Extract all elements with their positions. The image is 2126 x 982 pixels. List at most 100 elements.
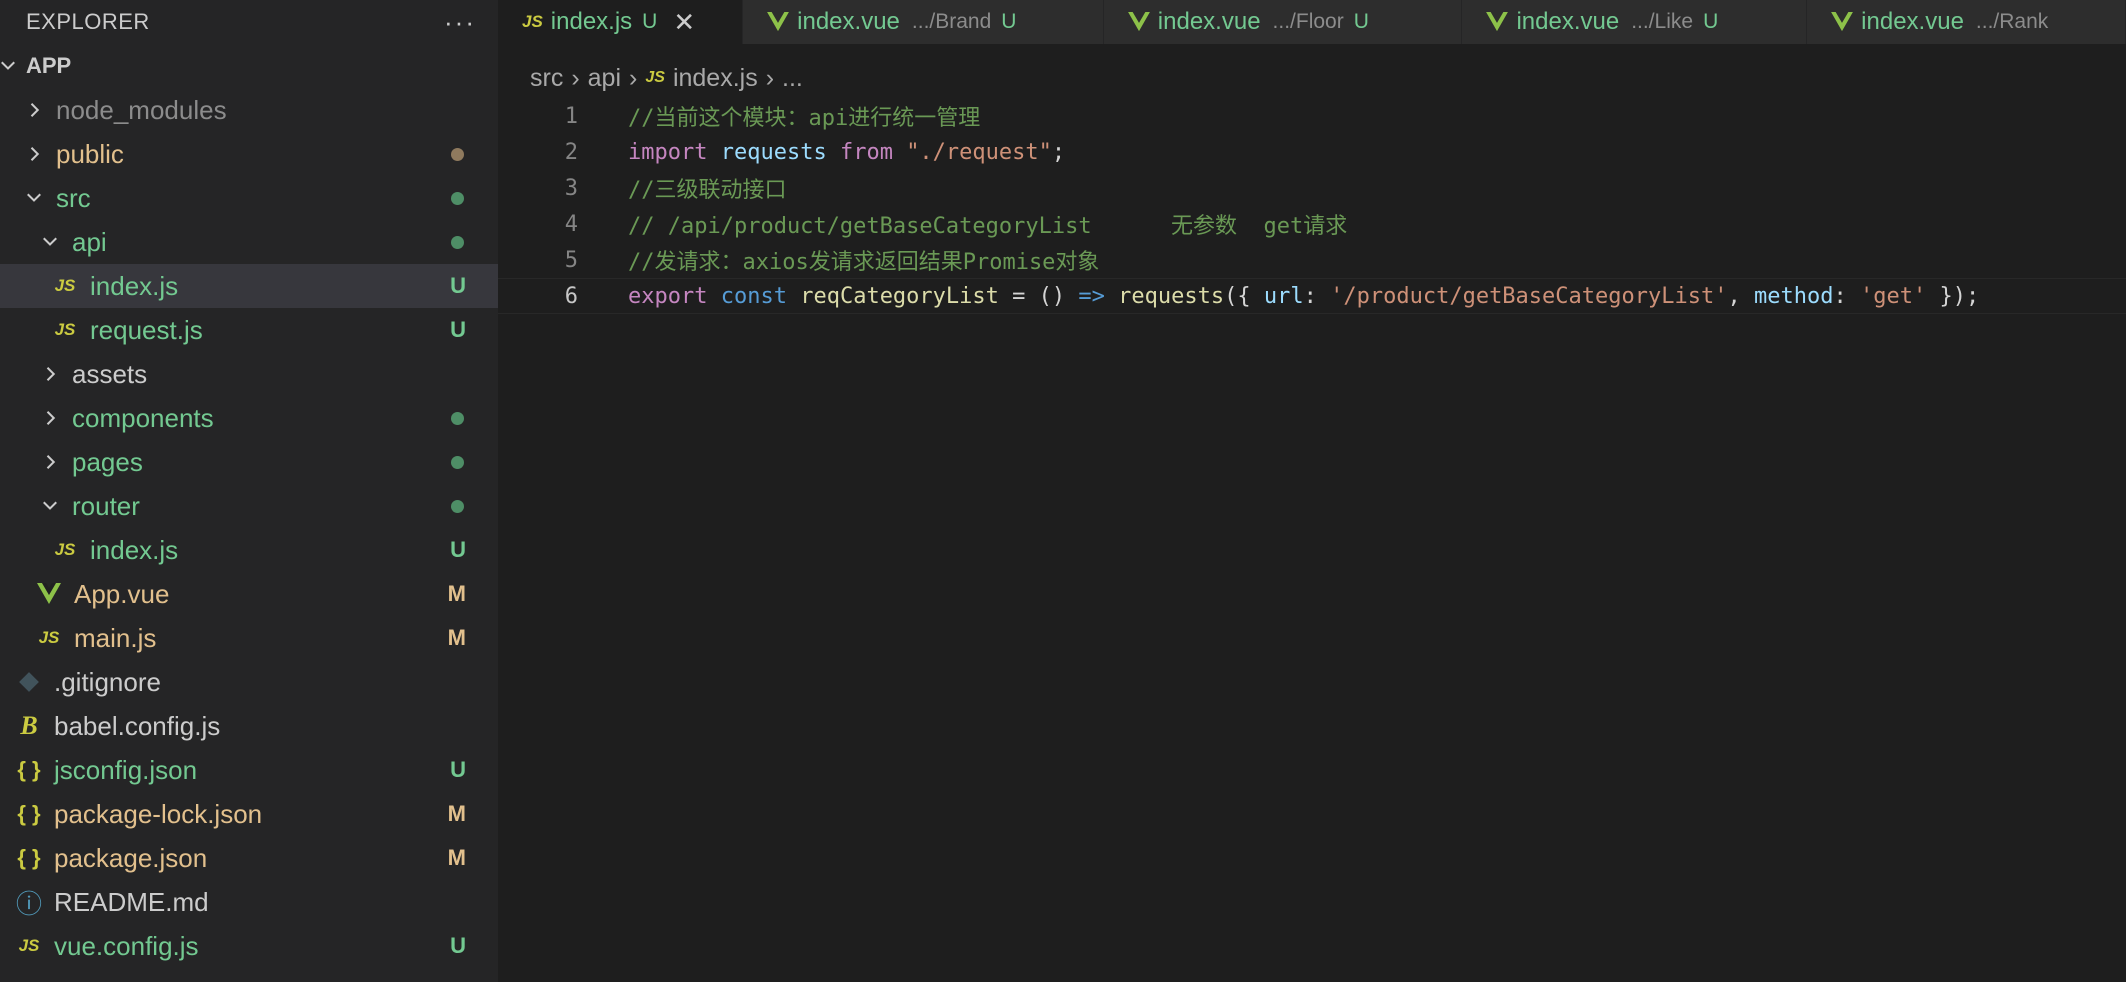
tree-item-api-index-js[interactable]: JS index.js U	[0, 264, 498, 308]
code-function-name: reqCategoryList	[800, 283, 999, 309]
tab-brand-index-vue[interactable]: index.vue .../Brand U	[743, 0, 1104, 44]
git-icon	[14, 672, 44, 692]
status-badge: M	[447, 625, 466, 650]
breadcrumb-api[interactable]: api	[588, 64, 621, 93]
tab-path: .../Brand	[911, 10, 992, 33]
tree-item-label: assets	[72, 358, 148, 389]
code-line[interactable]: 1 //当前这个模块：api进行统一管理	[498, 98, 2126, 134]
code-comment: //三级联动接口	[628, 178, 787, 203]
vue-file-icon	[1831, 12, 1854, 32]
breadcrumb-file[interactable]: index.js	[673, 64, 758, 93]
chevron-down-icon	[38, 230, 62, 254]
tree-item-label: package.json	[54, 842, 208, 873]
tree-item-src[interactable]: src	[0, 176, 498, 220]
tree-item-main-js[interactable]: JS main.js M	[0, 616, 498, 660]
tab-status: U	[1353, 10, 1369, 33]
tree-item-jsconfig[interactable]: { } jsconfig.json U	[0, 748, 498, 792]
vue-file-icon	[767, 12, 790, 32]
tree-item-router[interactable]: router	[0, 484, 498, 528]
tree-item-request-js[interactable]: JS request.js U	[0, 308, 498, 352]
tree-item-components[interactable]: components	[0, 396, 498, 440]
code-keyword: from	[839, 139, 893, 165]
code-punct: ({	[1224, 283, 1264, 309]
tree-item-label: README.md	[54, 886, 209, 917]
tree-item-vue-config[interactable]: JS vue.config.js U	[0, 924, 498, 968]
status-badge: U	[450, 273, 466, 298]
code-keyword: export	[628, 283, 708, 309]
tab-rank-index-vue[interactable]: index.vue .../Rank	[1807, 0, 2126, 44]
tree-item-label: index.js	[90, 270, 179, 301]
status-badge: M	[447, 581, 466, 606]
breadcrumb-src[interactable]: src	[530, 64, 563, 93]
close-icon[interactable]: ✕	[673, 7, 695, 38]
chevron-down-icon	[0, 54, 20, 78]
tab-status: U	[1001, 10, 1017, 33]
tree-item-app-vue[interactable]: App.vue M	[0, 572, 498, 616]
code-punct: ;	[1051, 139, 1066, 165]
more-actions-icon[interactable]: ···	[444, 7, 476, 38]
untracked-dot	[451, 499, 464, 513]
tree-item-router-index-js[interactable]: JS index.js U	[0, 528, 498, 572]
tree-item-label: vue.config.js	[54, 930, 199, 961]
tree-item-package-lock[interactable]: { } package-lock.json M	[0, 792, 498, 836]
status-badge: U	[450, 537, 466, 562]
explorer-sidebar: EXPLORER ··· APP node_modules public src…	[0, 0, 498, 982]
tree-item-babel-config[interactable]: B babel.config.js	[0, 704, 498, 748]
code-keyword: import	[628, 139, 708, 165]
explorer-header: EXPLORER ···	[0, 0, 498, 44]
modified-dot	[451, 147, 464, 161]
tree-item-label: package-lock.json	[54, 798, 263, 829]
tab-index-js[interactable]: JS index.js U ✕	[498, 0, 744, 44]
tree-item-assets[interactable]: assets	[0, 352, 498, 396]
js-file-icon: JS	[54, 276, 76, 295]
babel-icon: B	[20, 711, 38, 740]
js-file-icon: JS	[54, 540, 76, 559]
status-badge: M	[447, 801, 466, 826]
tree-item-label: src	[56, 182, 91, 213]
code-comment: //当前这个模块：api进行统一管理	[628, 106, 981, 131]
line-number: 2	[564, 139, 578, 165]
tab-status: U	[642, 10, 658, 33]
tree-item-package-json[interactable]: { } package.json M	[0, 836, 498, 880]
breadcrumb-symbols[interactable]: ...	[782, 64, 803, 93]
code-editor[interactable]: 1 //当前这个模块：api进行统一管理 2 import requests f…	[498, 98, 2126, 982]
tree-root-app[interactable]: APP	[0, 44, 498, 88]
code-line[interactable]: 4 // /api/product/getBaseCategoryList 无参…	[498, 206, 2126, 242]
chevron-right-icon	[38, 406, 62, 430]
chevron-right-icon	[22, 98, 46, 122]
code-identifier: requests	[720, 139, 827, 165]
code-punct: :	[1303, 283, 1331, 309]
chevron-down-icon	[38, 494, 62, 518]
js-file-icon: JS	[645, 69, 665, 86]
tree-item-gitignore[interactable]: .gitignore	[0, 660, 498, 704]
tree-item-label: pages	[72, 446, 143, 477]
tree-item-label: public	[56, 138, 124, 169]
tree-item-readme[interactable]: ⓘ README.md	[0, 880, 498, 924]
tree-item-label: router	[72, 490, 140, 521]
tree-item-api[interactable]: api	[0, 220, 498, 264]
tree-item-pages[interactable]: pages	[0, 440, 498, 484]
json-file-icon: { }	[17, 845, 41, 870]
code-line[interactable]: 3 //三级联动接口	[498, 170, 2126, 206]
code-arrow: =>	[1078, 283, 1105, 309]
code-line-current[interactable]: 6 export const reqCategoryList = () => r…	[498, 278, 2126, 314]
tab-like-index-vue[interactable]: index.vue .../Like U	[1462, 0, 1808, 44]
code-property: url	[1263, 283, 1304, 309]
tree-item-public[interactable]: public	[0, 132, 498, 176]
tree-item-node-modules[interactable]: node_modules	[0, 88, 498, 132]
tree-item-label: jsconfig.json	[54, 754, 198, 785]
code-comment: // /api/product/getBaseCategoryList 无参数 …	[628, 214, 1348, 239]
tab-floor-index-vue[interactable]: index.vue .../Floor U	[1103, 0, 1463, 44]
status-badge: U	[450, 317, 466, 342]
info-icon: ⓘ	[15, 888, 42, 919]
line-number: 6	[564, 283, 578, 309]
tab-path: .../Floor	[1272, 10, 1344, 33]
vue-file-icon	[1486, 12, 1509, 32]
chevron-right-icon	[22, 142, 46, 166]
code-string: "./request"	[906, 139, 1052, 165]
code-line[interactable]: 2 import requests from "./request";	[498, 134, 2126, 170]
breadcrumb-separator: ›	[629, 63, 638, 92]
tree-item-label: main.js	[74, 622, 157, 653]
code-line[interactable]: 5 //发请求：axios发请求返回结果Promise对象	[498, 242, 2126, 278]
tree-item-label: api	[72, 226, 107, 257]
